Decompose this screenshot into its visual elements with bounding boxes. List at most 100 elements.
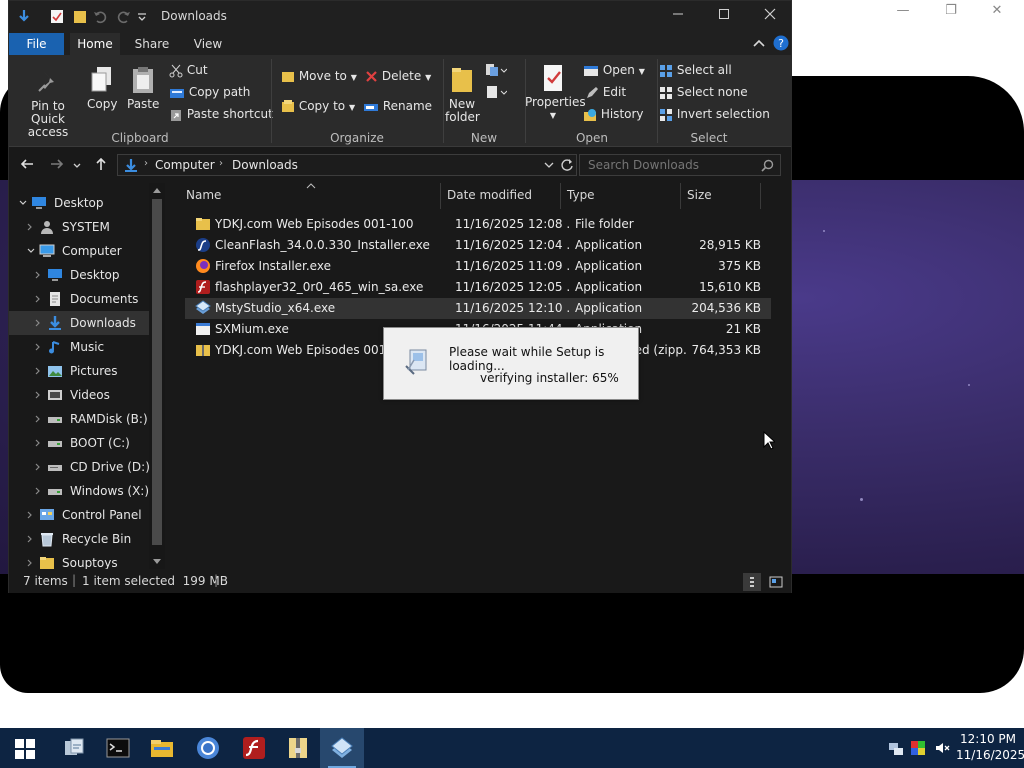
navigation-scroll-thumb[interactable]	[152, 199, 162, 545]
collapsed-chevron-icon[interactable]	[35, 271, 41, 279]
open-button[interactable]: Open ▼	[583, 63, 645, 77]
start-button[interactable]	[2, 728, 46, 768]
copy-to-button[interactable]: Copy to ▼	[281, 99, 355, 113]
copy-path-button[interactable]: Copy path	[169, 85, 250, 99]
tab-share[interactable]: Share	[127, 33, 177, 55]
nav-item[interactable]: BOOT (C:)	[9, 431, 149, 455]
nav-item[interactable]: Desktop	[9, 191, 149, 215]
nav-item[interactable]: Music	[9, 335, 149, 359]
collapse-ribbon-icon[interactable]	[753, 38, 765, 48]
nav-item[interactable]: Downloads	[9, 311, 149, 335]
downloads-arrow-icon[interactable]	[17, 9, 31, 24]
select-none-button[interactable]: Select none	[659, 85, 748, 100]
navigation-scrollbar[interactable]	[149, 183, 165, 569]
new-folder-button[interactable]: New folder	[445, 65, 480, 124]
address-bar[interactable]: › Computer › Downloads	[117, 154, 577, 176]
file-row[interactable]: flashplayer32_0r0_465_win_sa.exe 11/16/20…	[185, 277, 771, 298]
history-button[interactable]: History	[583, 107, 644, 122]
nav-item[interactable]: Pictures	[9, 359, 149, 383]
file-row[interactable]: Firefox Installer.exe 11/16/2025 11:09 ..…	[185, 256, 771, 277]
collapsed-chevron-icon[interactable]	[35, 415, 41, 423]
back-button[interactable]	[17, 157, 37, 175]
collapsed-chevron-icon[interactable]	[35, 367, 41, 375]
collapsed-chevron-icon[interactable]	[35, 463, 41, 471]
background-restore-button[interactable]: ❐	[928, 0, 974, 24]
edit-button[interactable]: Edit	[585, 85, 626, 100]
column-header-date[interactable]: Date modified	[441, 183, 561, 209]
forward-button[interactable]	[47, 157, 67, 175]
paste-button[interactable]: Paste	[127, 65, 159, 111]
nav-item[interactable]: SYSTEM	[9, 215, 149, 239]
maximize-button[interactable]	[701, 1, 747, 33]
expanded-chevron-icon[interactable]	[27, 248, 35, 254]
nav-item[interactable]: Documents	[9, 287, 149, 311]
network-icon[interactable]	[888, 740, 904, 756]
background-close-button[interactable]: ✕	[974, 0, 1020, 24]
collapsed-chevron-icon[interactable]	[35, 391, 41, 399]
tab-view[interactable]: View	[183, 33, 233, 55]
taskbar-chrome[interactable]	[186, 728, 230, 768]
collapsed-chevron-icon[interactable]	[35, 295, 41, 303]
column-header-size[interactable]: Size	[681, 183, 761, 209]
minimize-button[interactable]	[655, 1, 701, 33]
taskbar-flash-player[interactable]	[232, 728, 276, 768]
background-minimize-button[interactable]: —	[880, 0, 926, 24]
file-row[interactable]: CleanFlash_34.0.0.330_Installer.exe 11/16…	[185, 235, 771, 256]
rename-button[interactable]: Rename	[363, 99, 432, 113]
breadcrumb-downloads[interactable]: Downloads	[232, 158, 298, 172]
invert-selection-button[interactable]: Invert selection	[659, 107, 770, 122]
recent-locations-button[interactable]	[71, 157, 83, 175]
tab-file[interactable]: File	[9, 33, 64, 55]
breadcrumb-computer[interactable]: Computer	[155, 158, 215, 172]
refresh-icon[interactable]	[560, 158, 574, 172]
customize-quick-access-icon[interactable]	[137, 9, 147, 24]
taskbar-msty-setup[interactable]	[320, 728, 364, 768]
nav-item[interactable]: Desktop	[9, 263, 149, 287]
copy-button[interactable]: Copy	[87, 65, 117, 111]
delete-button[interactable]: Delete ▼	[365, 69, 431, 83]
file-row[interactable]: MstyStudio_x64.exe 11/16/2025 12:10 ... Ap…	[185, 298, 771, 319]
nav-item[interactable]: Souptoys	[9, 551, 149, 569]
properties-button[interactable]: Properties ▼	[525, 63, 586, 122]
taskbar-file-transfer[interactable]	[52, 728, 96, 768]
properties-icon[interactable]	[50, 9, 64, 24]
up-button[interactable]	[91, 157, 111, 175]
volume-muted-icon[interactable]	[934, 740, 950, 756]
nav-item[interactable]: Control Panel	[9, 503, 149, 527]
move-to-button[interactable]: Move to ▼	[281, 69, 357, 83]
details-view-button[interactable]	[743, 573, 761, 591]
undo-icon[interactable]	[93, 9, 107, 24]
clock[interactable]: 12:10 PM 11/16/2025	[956, 728, 1024, 768]
cut-button[interactable]: Cut	[169, 63, 208, 78]
display-color-icon[interactable]	[910, 740, 926, 756]
nav-item[interactable]: RAMDisk (B:)	[9, 407, 149, 431]
paste-shortcut-button[interactable]: Paste shortcut	[169, 107, 273, 122]
nav-item[interactable]: Computer	[9, 239, 149, 263]
collapsed-chevron-icon[interactable]	[27, 535, 33, 543]
nav-item[interactable]: CD Drive (D:)	[9, 455, 150, 479]
taskbar-terminal[interactable]	[96, 728, 140, 768]
file-row[interactable]: YDKJ.com Web Episodes 001-100 11/16/2025 …	[185, 214, 771, 235]
collapsed-chevron-icon[interactable]	[27, 511, 33, 519]
column-header-type[interactable]: Type	[561, 183, 681, 209]
nav-item[interactable]: Recycle Bin	[9, 527, 149, 551]
column-header-name[interactable]: Name	[169, 183, 441, 209]
collapsed-chevron-icon[interactable]	[35, 487, 41, 495]
select-all-button[interactable]: Select all	[659, 63, 732, 78]
new-folder-icon[interactable]	[73, 9, 87, 24]
large-icons-view-button[interactable]	[767, 573, 785, 591]
scroll-down-icon[interactable]	[153, 559, 161, 565]
pin-to-quick-access-button[interactable]: Pin to Quick access	[13, 69, 83, 139]
search-input[interactable]	[579, 154, 781, 176]
collapsed-chevron-icon[interactable]	[35, 319, 41, 327]
collapsed-chevron-icon[interactable]	[27, 559, 33, 567]
redo-icon[interactable]	[117, 9, 131, 24]
address-dropdown-icon[interactable]	[544, 161, 554, 169]
scroll-up-icon[interactable]	[153, 187, 161, 193]
collapsed-chevron-icon[interactable]	[35, 439, 41, 447]
taskbar-file-explorer[interactable]	[140, 728, 184, 768]
nav-item[interactable]: Windows (X:)	[9, 479, 149, 503]
nav-item[interactable]: Videos	[9, 383, 149, 407]
collapsed-chevron-icon[interactable]	[35, 343, 41, 351]
close-button[interactable]	[747, 1, 793, 33]
